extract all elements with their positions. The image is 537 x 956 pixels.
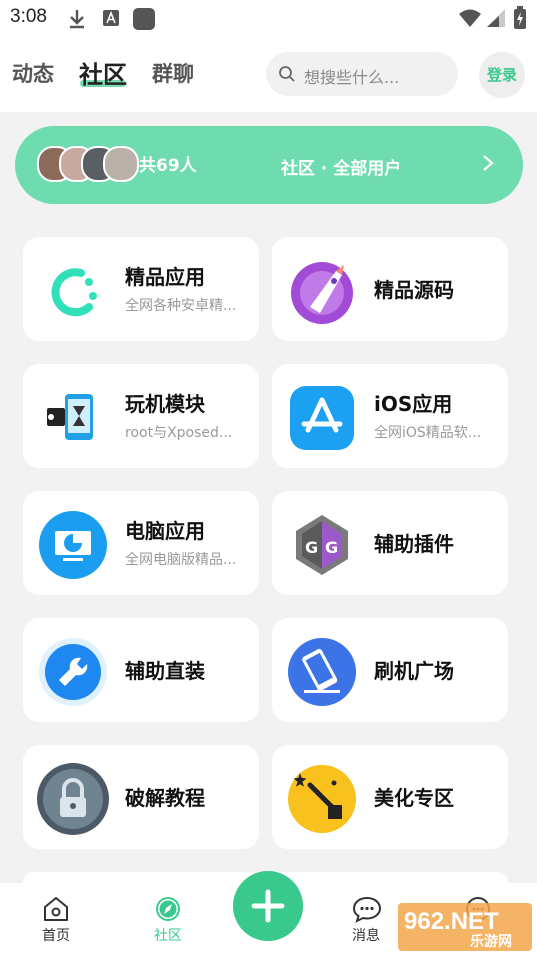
svg-text:G: G xyxy=(305,538,318,557)
member-count: 共69人 xyxy=(139,156,197,176)
compass-icon xyxy=(156,897,180,921)
status-time: 3:08 xyxy=(10,6,47,27)
nav-label: 首页 xyxy=(42,928,70,944)
svg-text:G: G xyxy=(325,538,338,557)
nav-home[interactable]: 首页 xyxy=(16,883,96,956)
member-avatars xyxy=(37,146,147,182)
add-post-button[interactable] xyxy=(233,871,303,941)
padlock-icon xyxy=(37,763,109,835)
card-title: 辅助插件 xyxy=(374,532,454,556)
card-ios-yingyong[interactable]: iOS应用 全网iOS精品软... xyxy=(272,364,508,468)
monitor-icon xyxy=(39,511,107,579)
card-desc: root与Xposed... xyxy=(125,425,233,441)
nav-label: 消息 xyxy=(352,928,380,944)
card-fuzhu-chajian[interactable]: G G 辅助插件 xyxy=(272,491,508,595)
tab-dongtai[interactable]: 动态 xyxy=(12,58,54,88)
search-input[interactable]: 想搜些什么... xyxy=(266,52,458,96)
card-title: iOS应用 xyxy=(374,392,453,416)
search-icon xyxy=(279,66,295,82)
avatar xyxy=(103,146,139,182)
card-title: 刷机广场 xyxy=(374,659,454,683)
download-icon xyxy=(70,10,84,29)
card-title: 精品应用 xyxy=(125,265,205,289)
community-users-banner[interactable]: 共69人 社区 · 全部用户 xyxy=(15,126,523,204)
wrench-icon xyxy=(39,638,107,706)
flash-phone-icon xyxy=(288,638,356,706)
home-icon xyxy=(44,897,68,921)
game-guardian-icon: G G xyxy=(296,515,348,575)
card-title: 电脑应用 xyxy=(125,519,205,543)
status-bar: 3:08 xyxy=(0,0,537,36)
spinner-c-icon xyxy=(51,268,97,317)
magic-wand-icon xyxy=(288,765,356,833)
battery-icon xyxy=(514,6,526,29)
chat-icon xyxy=(352,896,382,923)
top-header: 动态 社区 群聊 想搜些什么... 登录 xyxy=(0,36,537,112)
tab-shequ[interactable]: 社区 xyxy=(79,55,127,90)
rocket-icon xyxy=(291,262,353,324)
cell-signal-icon xyxy=(487,9,505,27)
wifi-icon xyxy=(459,9,481,27)
login-button[interactable]: 登录 xyxy=(479,52,525,98)
search-placeholder: 想搜些什么... xyxy=(304,68,400,87)
plus-icon xyxy=(251,889,285,923)
nav-community[interactable]: 社区 xyxy=(128,883,208,956)
card-title: 精品源码 xyxy=(374,278,454,302)
card-jingpin-yuanma[interactable]: 精品源码 xyxy=(272,237,508,341)
app-notification-icon xyxy=(133,8,155,30)
card-shuaji-guangchang[interactable]: 刷机广场 xyxy=(272,618,508,722)
card-fuzhu-zhizhuang[interactable]: 辅助直装 xyxy=(23,618,259,722)
card-title: 玩机模块 xyxy=(125,392,205,416)
svg-text:乐游网: 乐游网 xyxy=(470,933,512,950)
app-store-icon xyxy=(290,386,354,450)
banner-title: 社区 · 全部用户 xyxy=(281,159,402,179)
nav-label: 社区 xyxy=(154,928,182,944)
watermark-logo: 962.NET 乐游网 xyxy=(398,903,532,951)
card-title: 辅助直装 xyxy=(125,659,205,683)
card-meihua-zhuanqu[interactable]: 美化专区 xyxy=(272,745,508,849)
chevron-right-icon xyxy=(483,155,494,171)
card-title: 破解教程 xyxy=(125,786,205,810)
nav-messages[interactable]: 消息 xyxy=(326,883,406,956)
card-desc: 全网各种安卓精... xyxy=(125,298,237,314)
card-jingpin-yingyong[interactable]: 精品应用 全网各种安卓精... xyxy=(23,237,259,341)
card-desc: 全网电脑版精品... xyxy=(125,552,237,568)
tab-qunliao[interactable]: 群聊 xyxy=(152,58,194,88)
card-title: 美化专区 xyxy=(374,786,454,810)
svg-text:962.NET: 962.NET xyxy=(404,908,499,935)
card-desc: 全网iOS精品软... xyxy=(374,425,482,441)
font-a-icon xyxy=(103,10,119,26)
card-pojie-jiaocheng[interactable]: 破解教程 xyxy=(23,745,259,849)
card-wanji-mokuai[interactable]: 玩机模块 root与Xposed... xyxy=(23,364,259,468)
phone-module-icon xyxy=(47,394,93,440)
card-diannao-yingyong[interactable]: 电脑应用 全网电脑版精品... xyxy=(23,491,259,595)
